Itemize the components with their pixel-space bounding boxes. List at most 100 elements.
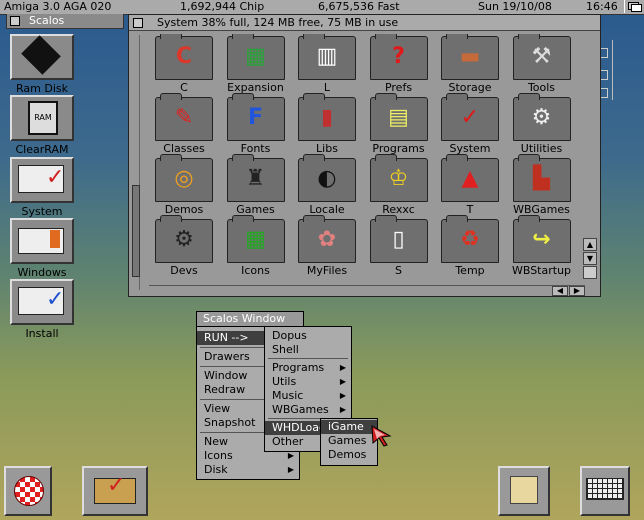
boing-ball-icon [14, 476, 44, 506]
drawer-icons[interactable]: ▦ Icons [221, 215, 291, 277]
drawer-t[interactable]: ▲ T [435, 154, 505, 216]
menu-item-label: Snapshot [204, 416, 256, 429]
close-gadget[interactable] [10, 16, 20, 26]
drawer-tools[interactable]: ⚒ Tools [507, 34, 577, 94]
drawer-expansion[interactable]: ▦ Expansion [221, 34, 291, 94]
drawer-wbgames[interactable]: ▙ WBGames [507, 154, 577, 216]
vertical-scroll-buttons[interactable]: ▲ ▼ [583, 237, 597, 293]
drawer-games[interactable]: ♜ Games [221, 154, 291, 216]
board-icon: ▦ [245, 44, 266, 69]
desktop-icon-windows[interactable]: Windows [10, 218, 74, 279]
menu-item-label: WHDLoad [272, 421, 327, 434]
scalos-window-tab[interactable]: Scalos [6, 14, 124, 29]
submenu-item-utils[interactable]: Utils ▶ [265, 375, 351, 389]
boing-ball-button[interactable] [4, 466, 52, 516]
submenu-item-wbgames[interactable]: WBGames ▶ [265, 403, 351, 417]
drawer-folder-icon: ♜ [226, 154, 285, 202]
menu-title[interactable]: Scalos Window [196, 311, 304, 327]
drawer-label: Programs [372, 142, 425, 155]
close-gadget[interactable] [133, 18, 143, 28]
drawer-fonts[interactable]: F Fonts [221, 93, 291, 155]
check-icon: ✓ [460, 105, 480, 130]
ribbon-icon: ▥ [316, 44, 338, 69]
drawer-label: Demos [164, 203, 204, 216]
keyboard-dock-button[interactable] [580, 466, 630, 516]
submenu-item-dopus[interactable]: Dopus [265, 329, 351, 343]
drawer-locale[interactable]: ◐ Locale [292, 154, 362, 216]
disk-icon [510, 476, 538, 504]
programs-icon: ▤ [388, 105, 409, 130]
drawer-label: Expansion [227, 81, 284, 94]
whdload-item-games[interactable]: Games [321, 434, 377, 448]
resize-gadget[interactable] [583, 266, 597, 279]
menu-item-disk[interactable]: Disk ▶ [197, 463, 299, 477]
menu-item-label: Shell [272, 343, 299, 356]
mouse-pointer-icon [371, 425, 392, 447]
screen-depth-gadget[interactable] [624, 0, 643, 13]
submenu-item-music[interactable]: Music ▶ [265, 389, 351, 403]
menu-item-label: Programs [272, 361, 325, 374]
disk-dock-button[interactable] [498, 466, 550, 516]
left-scrollbar[interactable] [131, 35, 140, 290]
drawer-folder-icon: ▮ [298, 93, 356, 141]
drawer-label: WBGames [513, 203, 570, 216]
menu-item-label: Games [328, 434, 367, 447]
menu-item-label: Window [204, 369, 248, 382]
date-text: Sun 19/10/08 [478, 0, 552, 13]
crown-icon: ♔ [388, 166, 409, 191]
scroll-thumb[interactable] [132, 185, 140, 277]
drawer-demos[interactable]: ◎ Demos [149, 154, 219, 216]
desktop-icon-clearram[interactable]: RAM ClearRAM [10, 95, 74, 156]
drawer-wbstartup[interactable]: ↪ WBStartup [507, 215, 577, 277]
system-drawer-window[interactable]: System 38% full, 124 MB free, 75 MB in u… [128, 14, 601, 297]
drawer-c[interactable]: CC [149, 34, 219, 94]
whdload-item-igame[interactable]: iGame [321, 420, 377, 434]
install-volume-icon: ✓ [10, 279, 74, 325]
system-dock-button[interactable]: ✓ [82, 466, 148, 516]
desktop-icon-label: Install [25, 327, 59, 340]
scroll-up-arrow-icon[interactable]: ▲ [583, 238, 597, 251]
drawer-system[interactable]: ✓ System [435, 93, 505, 155]
drawer-label: Classes [163, 142, 205, 155]
menu-item-label: Redraw [204, 383, 246, 396]
files-icon: ✿ [317, 227, 337, 252]
drawer-storage[interactable]: ▬ Storage [435, 34, 505, 94]
scroll-right-arrow-icon[interactable]: ▶ [569, 286, 585, 296]
drawer-folder-icon: ✎ [155, 93, 213, 141]
whdload-item-demos[interactable]: Demos [321, 448, 377, 462]
submenu-item-shell[interactable]: Shell [265, 343, 351, 357]
drawer-rexxc[interactable]: ♔ Rexxc [364, 154, 434, 216]
window-title: System 38% full, 124 MB free, 75 MB in u… [157, 16, 399, 29]
ram-chip-icon [10, 34, 74, 80]
horizontal-scrollbar[interactable]: ◀ ▶ [149, 285, 585, 296]
drawer-classes[interactable]: ✎ Classes [149, 93, 219, 155]
drawer-programs[interactable]: ▤ Programs [364, 93, 434, 155]
screen-title-bar: Amiga 3.0 AGA 020 1,692,944 Chip 6,675,5… [0, 0, 644, 15]
drawer-devs[interactable]: ⚙ Devs [149, 215, 219, 277]
drawer-utilities[interactable]: ⚙ Utilities [507, 93, 577, 155]
drawer-l[interactable]: ▥ L [292, 34, 362, 94]
menu-item-label: View [204, 402, 231, 415]
submenu-item-programs[interactable]: Programs ▶ [265, 361, 351, 375]
drawer-libs[interactable]: ▮ Libs [292, 93, 362, 155]
drawer-label: T [466, 203, 474, 216]
drawer-prefs[interactable]: ? Prefs [364, 34, 434, 94]
ram-clear-icon: RAM [10, 95, 74, 141]
menu-item-label: Other [272, 435, 304, 448]
drawer-folder-icon: ▲ [441, 154, 499, 202]
desktop-icon-system[interactable]: ✓ System [10, 157, 74, 218]
drawer-myfiles[interactable]: ✿ MyFiles [292, 215, 362, 277]
drawer-label: Devs [170, 264, 198, 277]
drawer-folder-icon: ✓ [441, 93, 499, 141]
window-title-bar[interactable]: System 38% full, 124 MB free, 75 MB in u… [129, 15, 600, 31]
drawer-s[interactable]: ▯ S [364, 215, 434, 277]
scroll-left-arrow-icon[interactable]: ◀ [552, 286, 568, 296]
fast-memory-text: 6,675,536 Fast [318, 0, 400, 13]
menu-item-label: RUN --> [204, 331, 249, 344]
scroll-down-arrow-icon[interactable]: ▼ [583, 252, 597, 265]
desktop-icon-ram-disk[interactable]: Ram Disk [10, 34, 74, 95]
desktop-icon-label: ClearRAM [15, 143, 69, 156]
tools-icon: ⚒ [531, 44, 552, 69]
desktop-icon-install[interactable]: ✓ Install [10, 279, 74, 340]
drawer-temp[interactable]: ♻ Temp [435, 215, 505, 277]
